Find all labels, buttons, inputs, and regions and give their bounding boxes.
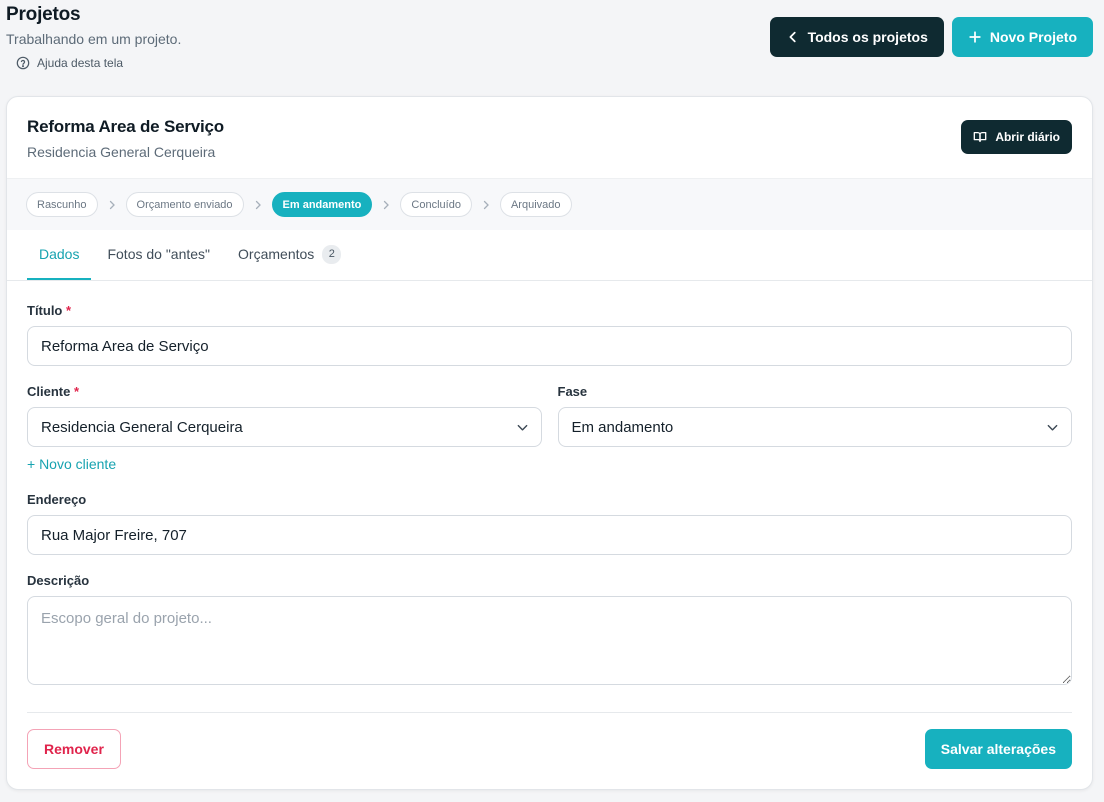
client-select[interactable]: Residencia General Cerqueira: [27, 407, 542, 447]
tab-orcamentos[interactable]: Orçamentos 2: [226, 230, 353, 280]
help-link[interactable]: Ajuda desta tela: [16, 56, 181, 70]
step-concluido[interactable]: Concluído: [400, 192, 472, 217]
page-title: Projetos: [6, 4, 81, 25]
page-subtitle: Trabalhando em um projeto.: [6, 31, 182, 47]
chevron-down-icon: [1047, 424, 1058, 431]
required-mark: *: [66, 303, 72, 318]
required-mark: *: [73, 384, 80, 399]
tab-fotos-antes[interactable]: Fotos do "antes": [95, 230, 222, 280]
chevron-down-icon: [517, 424, 527, 431]
step-em-andamento[interactable]: Em andamento: [271, 192, 373, 217]
help-link-label: Ajuda desta tela: [37, 56, 124, 70]
form-footer: Remover Salvar alterações: [27, 712, 1072, 769]
address-field-group: Endereço: [27, 492, 1072, 555]
tab-label: Dados: [39, 246, 80, 262]
new-project-button[interactable]: Novo Projeto: [951, 17, 1093, 57]
plus-icon: [969, 31, 981, 43]
chevron-right-icon: [472, 200, 500, 210]
step-rascunho[interactable]: Rascunho: [26, 192, 98, 217]
tab-bar: Dados Fotos do "antes" Orçamentos 2: [7, 230, 1092, 281]
remove-button[interactable]: Remover: [27, 729, 121, 769]
tab-label: Fotos do "antes": [107, 246, 211, 262]
chevron-right-icon: [98, 200, 126, 210]
project-name: Reforma Area de Serviço: [27, 117, 224, 136]
title-label: Título *: [27, 303, 1072, 318]
open-diary-label: Abrir diário: [995, 130, 1060, 144]
address-input[interactable]: [27, 515, 1072, 555]
description-label: Descrição: [27, 573, 90, 588]
client-select-value[interactable]: Residencia General Cerqueira: [27, 407, 542, 447]
tab-dados[interactable]: Dados: [27, 230, 92, 280]
chevron-left-icon: [789, 31, 796, 43]
client-label-text: Cliente: [27, 384, 71, 399]
description-field-group: Descrição: [27, 573, 1072, 690]
client-field-group: Cliente * Residencia General Cerqueira +…: [27, 384, 542, 474]
phase-select-value[interactable]: Em andamento: [557, 407, 1072, 447]
phase-label: Fase: [557, 384, 588, 399]
title-input[interactable]: [27, 326, 1072, 366]
address-label: Endereço: [27, 492, 87, 507]
client-label: Cliente *: [27, 384, 542, 399]
phase-stepper: Rascunho Orçamento enviado Em andamento …: [7, 178, 1092, 230]
header-actions: Todos os projetos Novo Projeto: [769, 17, 1093, 57]
project-form: Título * Cliente * Residencia General Ce…: [7, 303, 1092, 690]
new-client-link[interactable]: + Novo cliente: [27, 456, 116, 472]
chevron-right-icon: [372, 200, 400, 210]
page-header: Projetos Trabalhando em um projeto. Ajud…: [6, 4, 181, 70]
tab-label: Orçamentos: [238, 246, 315, 262]
step-orcamento-enviado[interactable]: Orçamento enviado: [125, 192, 244, 217]
phase-select[interactable]: Em andamento: [557, 407, 1072, 447]
phase-field-group: Fase Em andamento: [557, 384, 1072, 474]
all-projects-button[interactable]: Todos os projetos: [769, 17, 944, 57]
book-open-icon: [973, 131, 987, 143]
save-changes-button[interactable]: Salvar alterações: [924, 729, 1072, 769]
description-textarea[interactable]: [27, 596, 1072, 685]
question-circle-icon: [16, 56, 30, 70]
project-card: Reforma Area de Serviço Residencia Gener…: [6, 96, 1093, 790]
step-arquivado[interactable]: Arquivado: [499, 192, 572, 217]
all-projects-label: Todos os projetos: [807, 29, 928, 45]
chevron-right-icon: [244, 200, 272, 210]
new-project-label: Novo Projeto: [989, 29, 1077, 45]
open-diary-button[interactable]: Abrir diário: [961, 120, 1072, 154]
title-label-text: Título: [27, 303, 63, 318]
client-phase-row: Cliente * Residencia General Cerqueira +…: [27, 384, 1072, 474]
tab-count-badge: 2: [322, 244, 342, 264]
title-field-group: Título *: [27, 303, 1072, 366]
project-client: Residencia General Cerqueira: [27, 144, 216, 160]
project-card-header: Reforma Area de Serviço Residencia Gener…: [7, 97, 1092, 178]
